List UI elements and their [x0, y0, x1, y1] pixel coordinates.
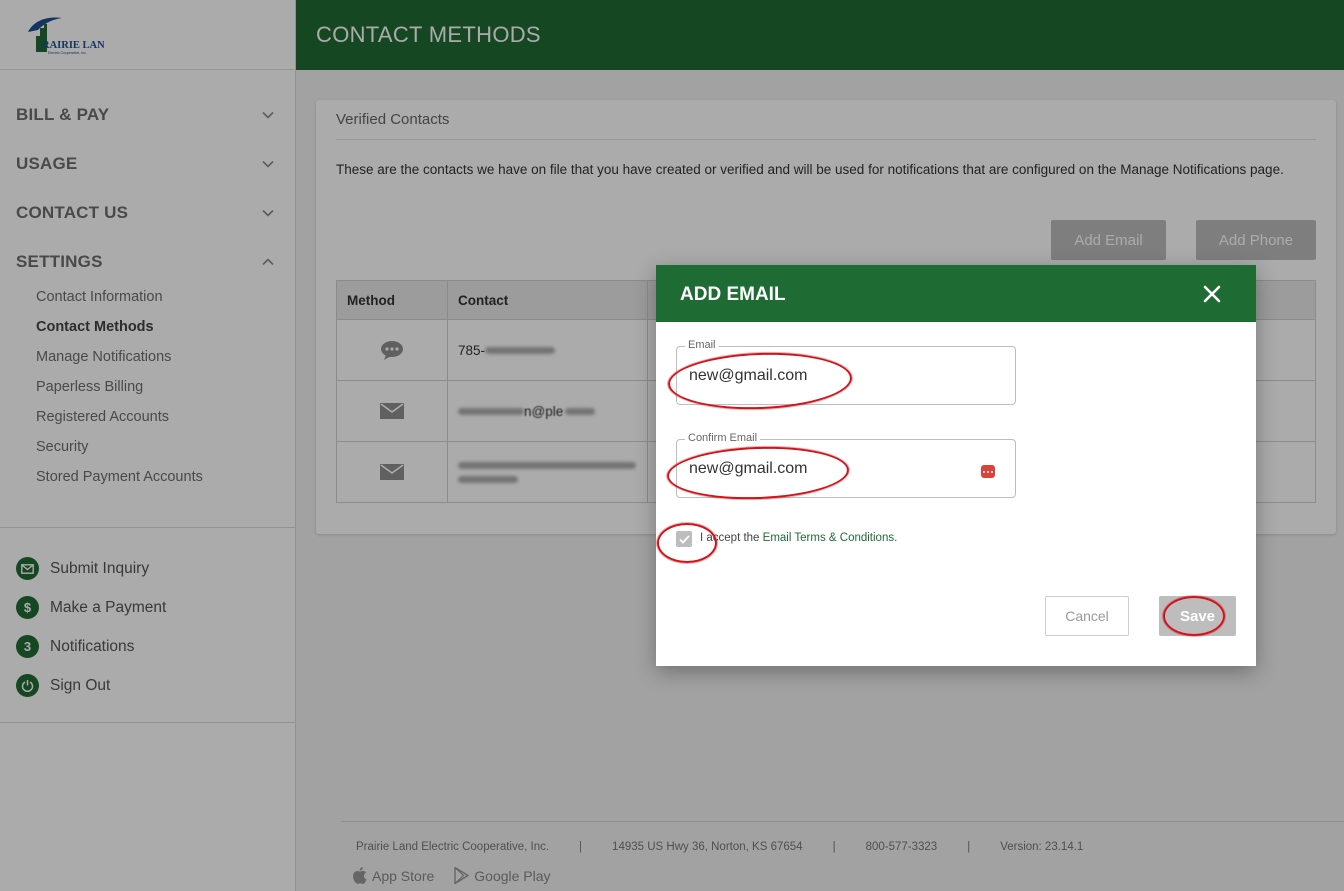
checkmark-icon: [678, 534, 690, 544]
accept-terms-checkbox[interactable]: [676, 531, 692, 547]
terms-prefix: I accept the: [700, 532, 763, 544]
password-manager-icon[interactable]: [981, 465, 995, 478]
confirm-email-field[interactable]: Confirm Email new@gmail.com: [676, 432, 1016, 498]
dialog-header: ADD EMAIL: [656, 265, 1256, 322]
close-icon[interactable]: [1202, 284, 1222, 304]
accept-terms-text: I accept the Email Terms & Conditions.: [700, 532, 897, 544]
terms-link[interactable]: Email Terms & Conditions.: [763, 532, 898, 544]
add-email-dialog: ADD EMAIL Email new@gmail.com Confirm Em…: [656, 265, 1256, 666]
cancel-button[interactable]: Cancel: [1045, 596, 1129, 636]
dialog-title: ADD EMAIL: [680, 284, 786, 305]
email-field-label: Email: [685, 339, 719, 351]
confirm-email-field-label: Confirm Email: [685, 432, 761, 444]
email-field-value: new@gmail.com: [689, 367, 808, 384]
save-button[interactable]: Save: [1159, 596, 1236, 636]
email-field[interactable]: Email new@gmail.com: [676, 339, 1016, 405]
confirm-email-field-value: new@gmail.com: [689, 460, 808, 477]
